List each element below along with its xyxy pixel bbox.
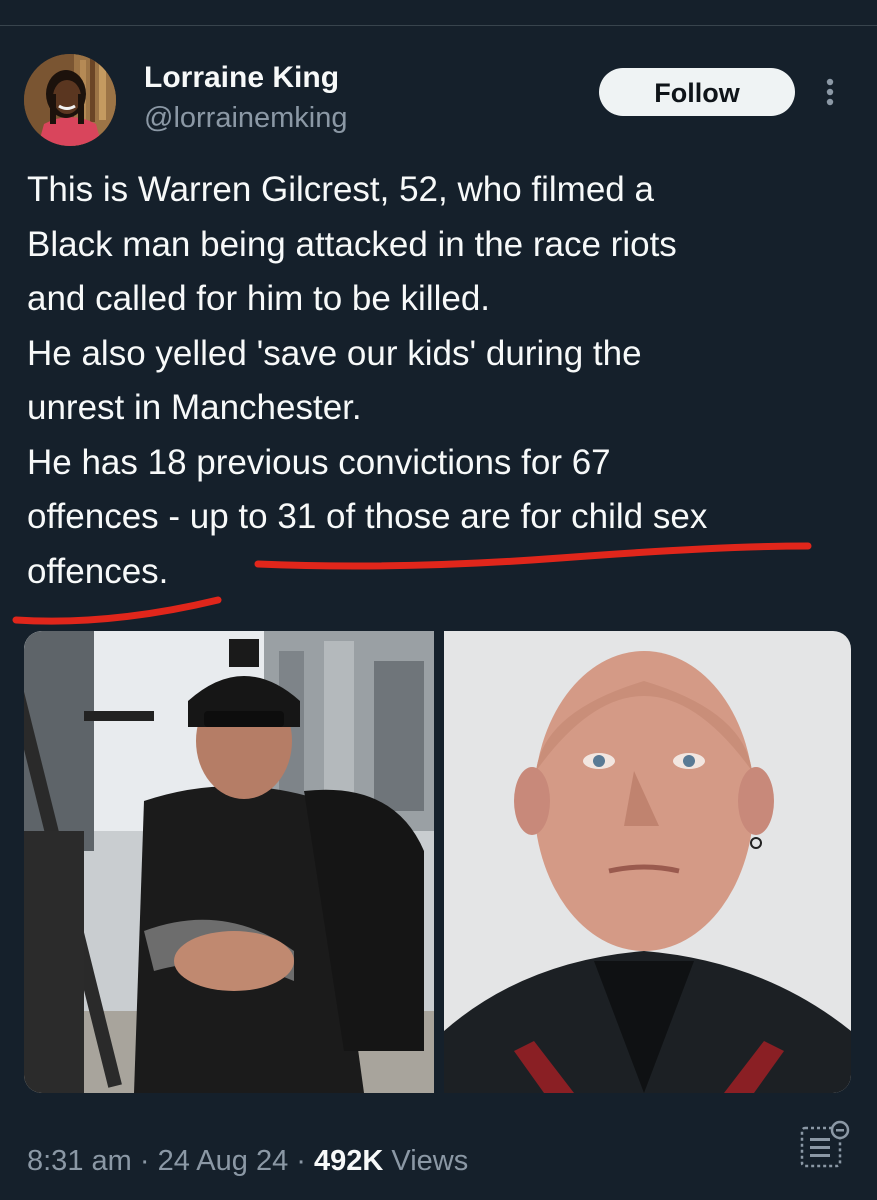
more-vertical-icon[interactable] (818, 68, 842, 116)
display-name[interactable]: Lorraine King (144, 60, 348, 96)
photo-protest[interactable] (24, 631, 434, 1093)
top-divider (0, 0, 877, 26)
tweet-line: Black man being attacked in the race rio… (27, 224, 677, 264)
tweet-date[interactable]: 24 Aug 24 (158, 1145, 289, 1177)
tweet-line: He has 18 previous convictions for 67 (27, 442, 611, 482)
follow-button[interactable]: Follow (599, 68, 795, 116)
meta-separator: · (296, 1145, 306, 1177)
tweet-line: This is Warren Gilcrest, 52, who filmed … (27, 170, 654, 209)
tweet-line: offences - up to 31 of those are for chi… (27, 497, 708, 536)
analytics-icon[interactable] (798, 1118, 850, 1170)
tweet-header: Lorraine King @lorrainemking Follow (24, 54, 854, 146)
user-handle[interactable]: @lorrainemking (144, 100, 348, 136)
tweet-time[interactable]: 8:31 am (27, 1145, 132, 1177)
author-info: Lorraine King @lorrainemking (144, 60, 348, 136)
tweet-text: This is Warren Gilcrest, 52, who filmed … (27, 163, 857, 599)
views-label: Views (391, 1145, 469, 1177)
tweet-line: and called for him to be killed. (27, 279, 491, 318)
views-count: 492K (314, 1145, 384, 1177)
tweet-line: He also yelled 'save our kids' during th… (27, 333, 642, 373)
tweet-meta: 8:31 am · 24 Aug 24 · 492K Views (27, 1141, 468, 1181)
photo-mugshot[interactable] (444, 631, 851, 1093)
avatar[interactable] (24, 54, 116, 146)
tweet-media[interactable] (24, 631, 851, 1093)
meta-separator: · (139, 1145, 150, 1177)
tweet-line: unrest in Manchester. (27, 388, 362, 427)
tweet-line: offences. (27, 551, 169, 591)
